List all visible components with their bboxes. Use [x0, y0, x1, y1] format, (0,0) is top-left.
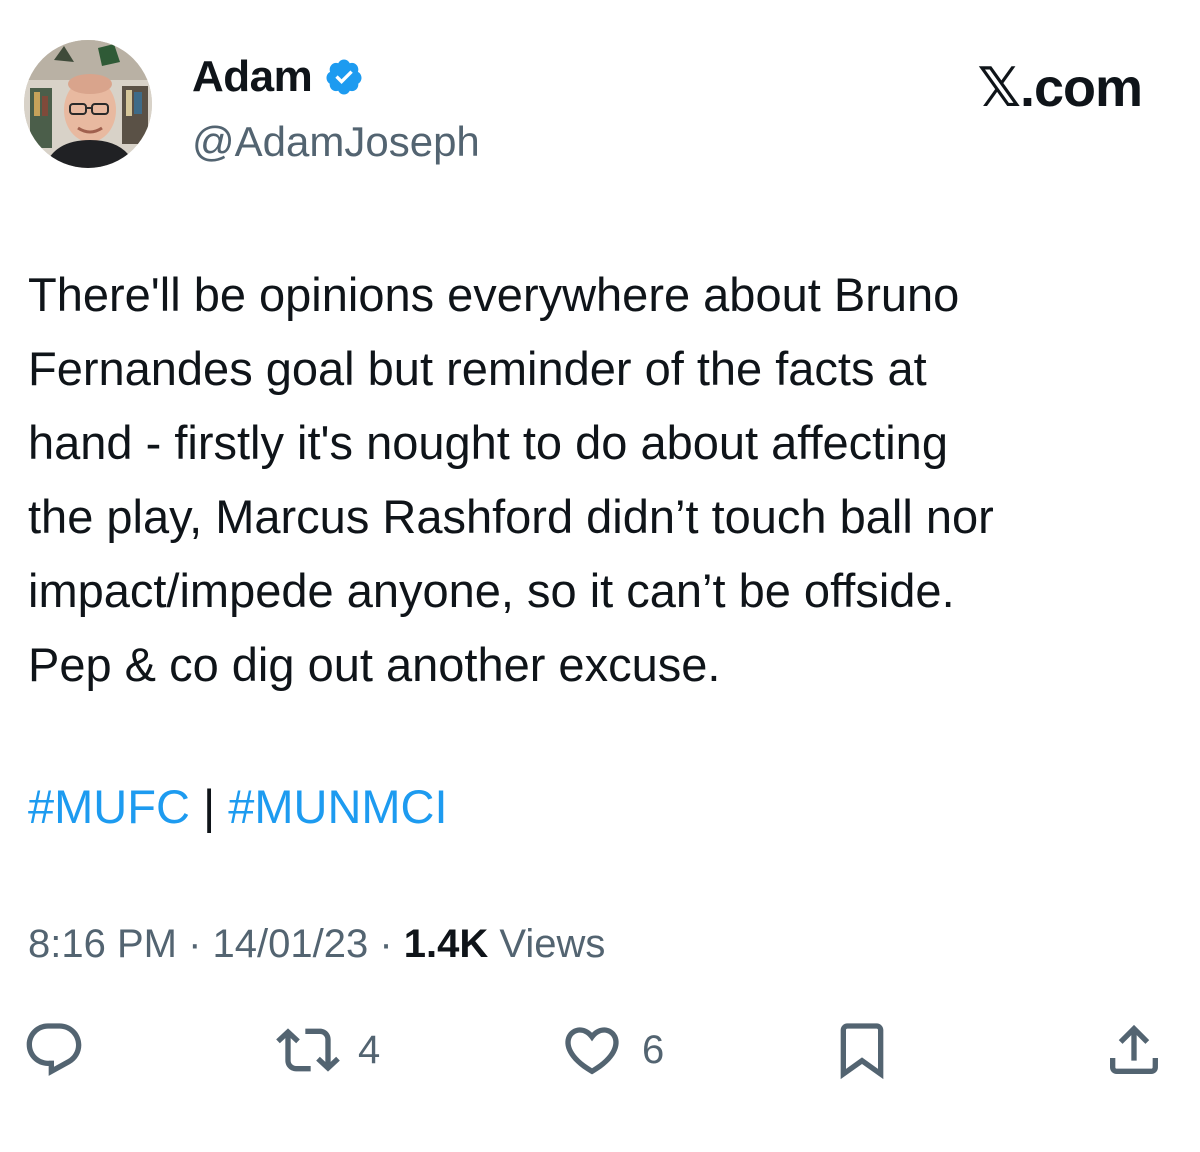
author-name-row[interactable]: Adam — [192, 52, 364, 102]
tweet-card: Adam @AdamJoseph 𝕏.com There'll be opini… — [0, 0, 1200, 1152]
meta-separator: · — [176, 922, 213, 966]
hashtag-link[interactable]: #MUNMCI — [228, 780, 447, 833]
tweet-time[interactable]: 8:16 PM — [28, 922, 177, 966]
brand-domain-text: .com — [1019, 58, 1143, 118]
reply-icon — [26, 1023, 82, 1076]
avatar[interactable] — [24, 40, 152, 168]
tweet-text: There'll be opinions everywhere about Br… — [28, 268, 994, 691]
hashtag-separator: | — [189, 780, 229, 833]
author-display-name[interactable]: Adam — [192, 52, 313, 102]
like-button[interactable]: 6 — [560, 1010, 664, 1090]
retweet-button[interactable]: 4 — [276, 1010, 380, 1090]
like-count: 6 — [642, 1027, 665, 1072]
retweet-icon — [276, 1028, 340, 1072]
action-bar: 4 6 — [0, 1010, 1200, 1090]
author-handle[interactable]: @AdamJoseph — [192, 118, 480, 166]
heart-icon — [565, 1027, 619, 1075]
reply-button[interactable] — [22, 1010, 104, 1090]
views-count: 1.4K — [403, 922, 489, 966]
x-logo-icon: 𝕏 — [977, 56, 1021, 119]
hashtag-link[interactable]: #MUFC — [28, 780, 190, 833]
verified-badge-icon — [324, 57, 364, 97]
bookmark-button[interactable] — [830, 1010, 894, 1090]
hashtags-line: #MUFC | #MUNMCI — [28, 770, 448, 844]
tweet-meta: 8:16 PM · 14/01/23 · 1.4K Views — [28, 912, 605, 976]
share-icon — [1110, 1024, 1158, 1074]
share-button[interactable] — [1102, 1010, 1166, 1090]
retweet-count: 4 — [358, 1027, 381, 1072]
tweet-date[interactable]: 14/01/23 — [213, 922, 369, 966]
x-com-logo: 𝕏.com — [977, 56, 1143, 119]
bookmark-icon — [840, 1023, 884, 1080]
views-label: Views — [488, 922, 606, 966]
meta-separator: · — [368, 922, 404, 966]
